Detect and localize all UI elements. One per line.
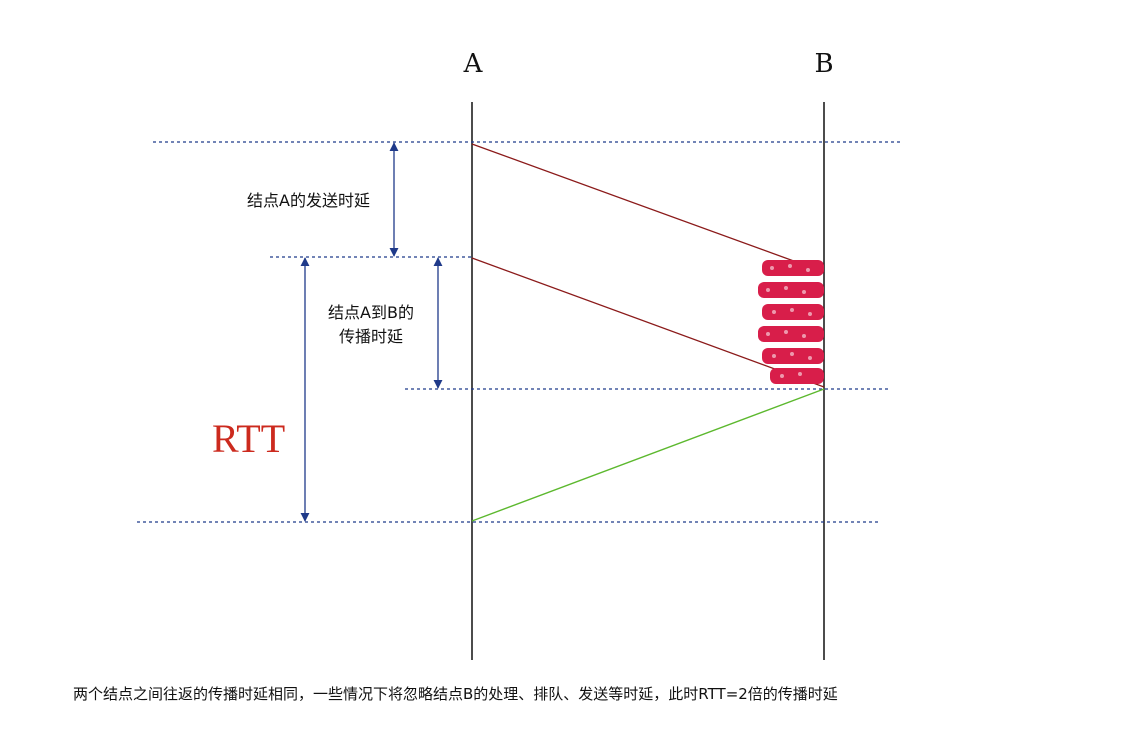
received-bits-cluster (758, 260, 824, 384)
send-delay-label: 结点A的发送时延 (247, 191, 370, 210)
node-b-label: B (814, 49, 833, 79)
return-line (471, 388, 825, 522)
prop-delay-label-line1: 结点A到B的 (328, 303, 414, 322)
prop-delay-label-line2: 传播时延 (339, 327, 403, 346)
last-bit-line (471, 257, 825, 388)
first-bit-line (471, 143, 825, 273)
rtt-label: RTT (212, 416, 285, 461)
node-a-label: A (463, 49, 484, 79)
timing-diagram: A B 结点A的发送时延 结点A到B的 传播时延 RTT (137, 49, 902, 660)
caption: 两个结点之间往返的传播时延相同，一些情况下将忽略结点B的处理、排队、发送等时延，… (73, 685, 838, 703)
